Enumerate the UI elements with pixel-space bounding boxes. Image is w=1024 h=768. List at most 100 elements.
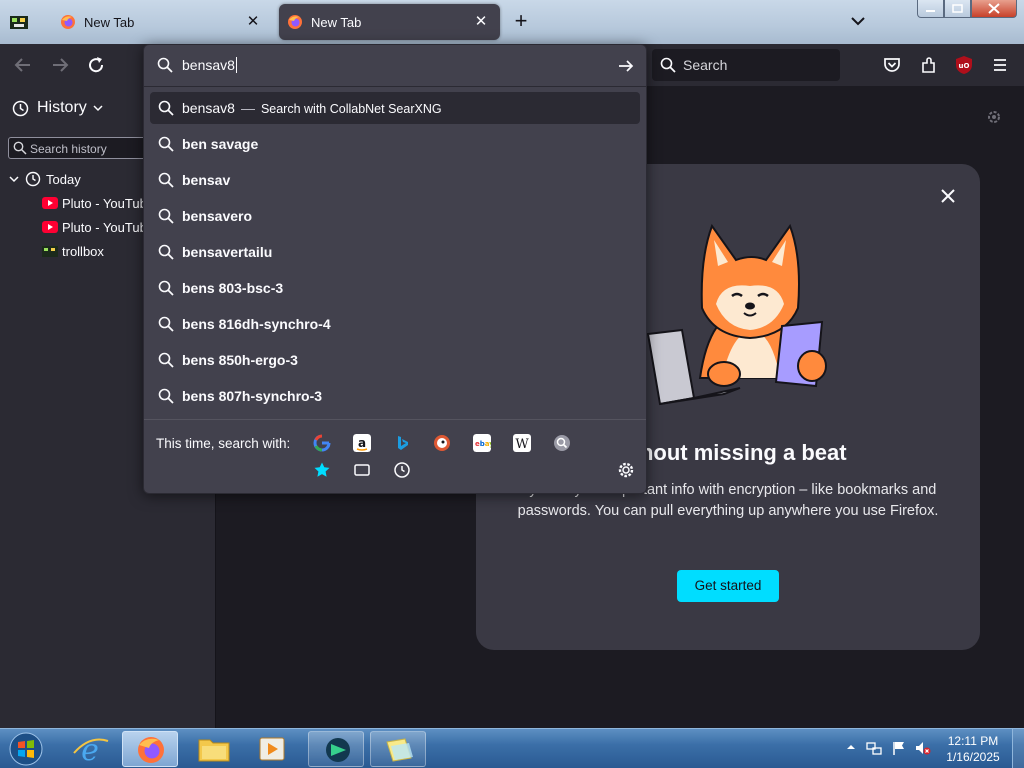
suggestion-text: bens 850h-ergo-3 [182, 352, 298, 368]
history-item-label: Pluto - YouTube [62, 219, 155, 235]
suggestion-text: bensav [182, 172, 231, 188]
suggestion-text: bensavero [182, 208, 253, 224]
svg-text:uO: uO [959, 62, 970, 70]
address-bar[interactable]: bensav8 [144, 45, 646, 86]
google-icon[interactable] [313, 434, 331, 452]
close-icon[interactable] [938, 186, 958, 206]
search-icon [158, 388, 174, 404]
suggestion-item[interactable]: bens 850h-ergo-3 [150, 344, 640, 376]
ublock-origin-icon[interactable]: uO [953, 54, 975, 76]
gear-icon[interactable] [617, 461, 635, 479]
fox-illustration [646, 223, 827, 406]
firefox-icon [138, 737, 164, 763]
suggestion-search-with-engine[interactable]: bensav8 — Search with CollabNet SearXNG [150, 92, 640, 124]
search-icon [158, 280, 174, 296]
taskbar-app[interactable] [308, 731, 364, 767]
taskbar-firefox[interactable] [122, 731, 178, 767]
suggestion-item[interactable]: bensav [150, 164, 640, 196]
suggestion-item[interactable]: ben savage [150, 128, 640, 160]
divider [144, 419, 646, 420]
svg-text:ebay: ebay [475, 440, 491, 448]
clock-date[interactable]: 1/16/2025 [944, 750, 1002, 764]
history-item-label: Pluto - YouTube [62, 195, 155, 211]
firefox-icon [61, 15, 75, 29]
address-input-value: bensav8 [182, 57, 235, 73]
search-icon [158, 172, 174, 188]
network-icon[interactable] [866, 740, 882, 756]
searxng-icon[interactable] [553, 434, 571, 452]
get-started-button[interactable]: Get started [677, 570, 779, 602]
minimize-button[interactable] [917, 0, 944, 18]
suggestion-item[interactable]: bens 803-bsc-3 [150, 272, 640, 304]
restore-button[interactable] [944, 0, 971, 18]
chevron-down-icon [93, 105, 103, 112]
trollbox-app-icon [10, 16, 28, 29]
new-tab-button[interactable]: + [510, 10, 532, 32]
divider [144, 86, 646, 87]
clock-time[interactable]: 12:11 PM [944, 734, 1002, 748]
search-bar[interactable]: Search [652, 49, 840, 81]
sidebar-title: History [37, 99, 87, 116]
gear-icon[interactable] [985, 108, 1003, 126]
ebay-icon[interactable]: ebay [473, 434, 491, 452]
action-center-flag-icon[interactable] [891, 740, 907, 756]
suggestion-item[interactable]: bens 816dh-synchro-4 [150, 308, 640, 340]
search-placeholder: Search history [30, 142, 107, 156]
trollbox-favicon [42, 246, 58, 257]
back-arrow-icon[interactable] [12, 54, 34, 76]
taskbar-sticky-notes[interactable] [370, 731, 426, 767]
taskbar-media-player[interactable] [244, 731, 300, 767]
tabs-icon[interactable] [353, 461, 371, 479]
svg-text:e: e [81, 733, 99, 767]
suggestion-text: bensav8 — Search with CollabNet SearXNG [182, 100, 442, 116]
search-icon [660, 57, 676, 73]
taskbar-file-explorer[interactable] [186, 731, 242, 767]
reload-icon[interactable] [85, 54, 107, 76]
tab-close-button[interactable]: ✕ [472, 13, 490, 31]
search-placeholder: Search [683, 57, 728, 73]
searxng-icon [158, 100, 174, 116]
bookmarks-icon[interactable] [313, 461, 331, 479]
show-desktop-button[interactable] [1012, 729, 1024, 768]
suggestion-item[interactable]: bensavertailu [150, 236, 640, 268]
extensions-icon[interactable] [918, 54, 940, 76]
history-item-label: trollbox [62, 243, 104, 259]
search-icon [13, 141, 27, 155]
suggestion-item[interactable]: bensavero [150, 200, 640, 232]
taskbar-internet-explorer[interactable]: e [62, 731, 118, 768]
amazon-icon[interactable]: a [353, 434, 371, 452]
wikipedia-icon[interactable]: W [513, 434, 531, 452]
svg-text:W: W [515, 437, 529, 452]
forward-arrow-icon[interactable] [49, 54, 71, 76]
bing-icon[interactable] [393, 434, 411, 452]
suggestion-text: ben savage [182, 136, 259, 152]
suggestion-item[interactable]: bens 807h-synchro-3 [150, 380, 640, 412]
search-icon [158, 208, 174, 224]
address-input[interactable]: bensav8 [182, 57, 237, 73]
volume-muted-icon[interactable] [915, 740, 931, 756]
duckduckgo-icon[interactable] [433, 434, 451, 452]
close-window-button[interactable] [971, 0, 1017, 18]
history-clock-icon [12, 100, 29, 116]
suggestion-separator: — [240, 100, 255, 116]
tab-new-tab-2[interactable]: New Tab ✕ [279, 4, 500, 40]
chevron-down-icon[interactable] [848, 10, 868, 32]
tab-new-tab-1[interactable]: New Tab ✕ [52, 4, 272, 40]
suggestion-action: Search with CollabNet SearXNG [260, 102, 442, 116]
app-icon [326, 738, 350, 762]
tab-close-button[interactable]: ✕ [244, 13, 262, 31]
go-arrow-icon[interactable] [617, 57, 635, 75]
firefox-icon [288, 15, 302, 29]
windows-start-icon[interactable] [6, 731, 46, 767]
search-icon [157, 57, 173, 73]
sidebar-switcher[interactable]: History [12, 98, 112, 118]
history-group-today[interactable]: Today [8, 168, 81, 190]
hamburger-menu-icon[interactable] [989, 54, 1011, 76]
show-hidden-icons-icon[interactable] [846, 742, 856, 752]
history-icon[interactable] [393, 461, 411, 479]
tab-title: New Tab [84, 14, 135, 30]
pocket-icon[interactable] [881, 54, 903, 76]
internet-explorer-icon: e [73, 733, 109, 768]
clock-icon [25, 171, 41, 187]
tab-strip: New Tab ✕ New Tab ✕ + [0, 0, 1024, 44]
